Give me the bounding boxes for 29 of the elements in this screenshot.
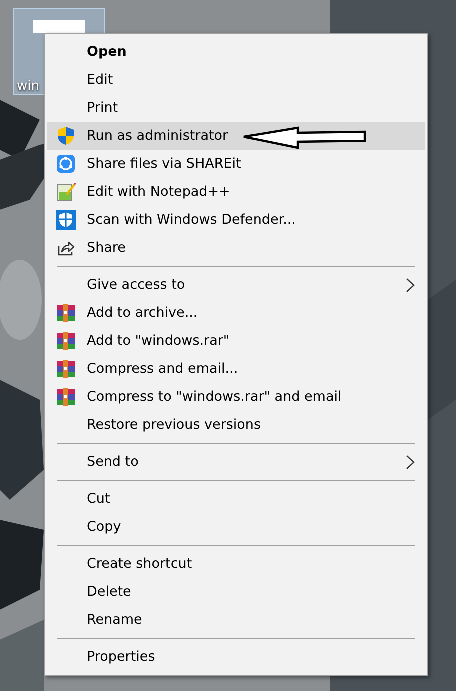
menu-item[interactable]: Compress to "windows.rar" and email xyxy=(47,383,425,411)
books-icon xyxy=(56,331,76,351)
books-icon xyxy=(56,387,76,407)
menu-item[interactable]: Share files via SHAREit xyxy=(47,150,425,178)
menu-item[interactable]: Copy xyxy=(47,513,425,541)
file-icon xyxy=(33,20,85,33)
notepad-icon xyxy=(56,182,76,202)
menu-item[interactable]: Add to "windows.rar" xyxy=(47,327,425,355)
menu-item[interactable]: Properties xyxy=(47,643,425,671)
shield-icon xyxy=(56,210,76,230)
menu-item[interactable]: Delete xyxy=(47,578,425,606)
menu-item[interactable]: Create shortcut xyxy=(47,550,425,578)
menu-item[interactable]: Scan with Windows Defender... xyxy=(47,206,425,234)
menu-item[interactable]: Cut xyxy=(47,485,425,513)
menu-item[interactable]: Rename xyxy=(47,606,425,634)
menu-item[interactable]: Edit xyxy=(47,66,425,94)
books-icon xyxy=(56,359,76,379)
menu-item[interactable]: Compress and email... xyxy=(47,355,425,383)
books-icon xyxy=(56,303,76,323)
menu-item[interactable]: Print xyxy=(47,94,425,122)
menu-item[interactable]: Give access to xyxy=(47,271,425,299)
menu-item[interactable]: Send to xyxy=(47,448,425,476)
menu-item[interactable]: Edit with Notepad++ xyxy=(47,178,425,206)
shield-icon xyxy=(56,126,76,146)
menu-item[interactable]: Add to archive... xyxy=(47,299,425,327)
file-name: win xyxy=(17,78,40,96)
menu-item[interactable]: Restore previous versions xyxy=(47,411,425,439)
menu-item[interactable]: Open xyxy=(47,38,425,66)
menu-item[interactable]: Share xyxy=(47,234,425,262)
